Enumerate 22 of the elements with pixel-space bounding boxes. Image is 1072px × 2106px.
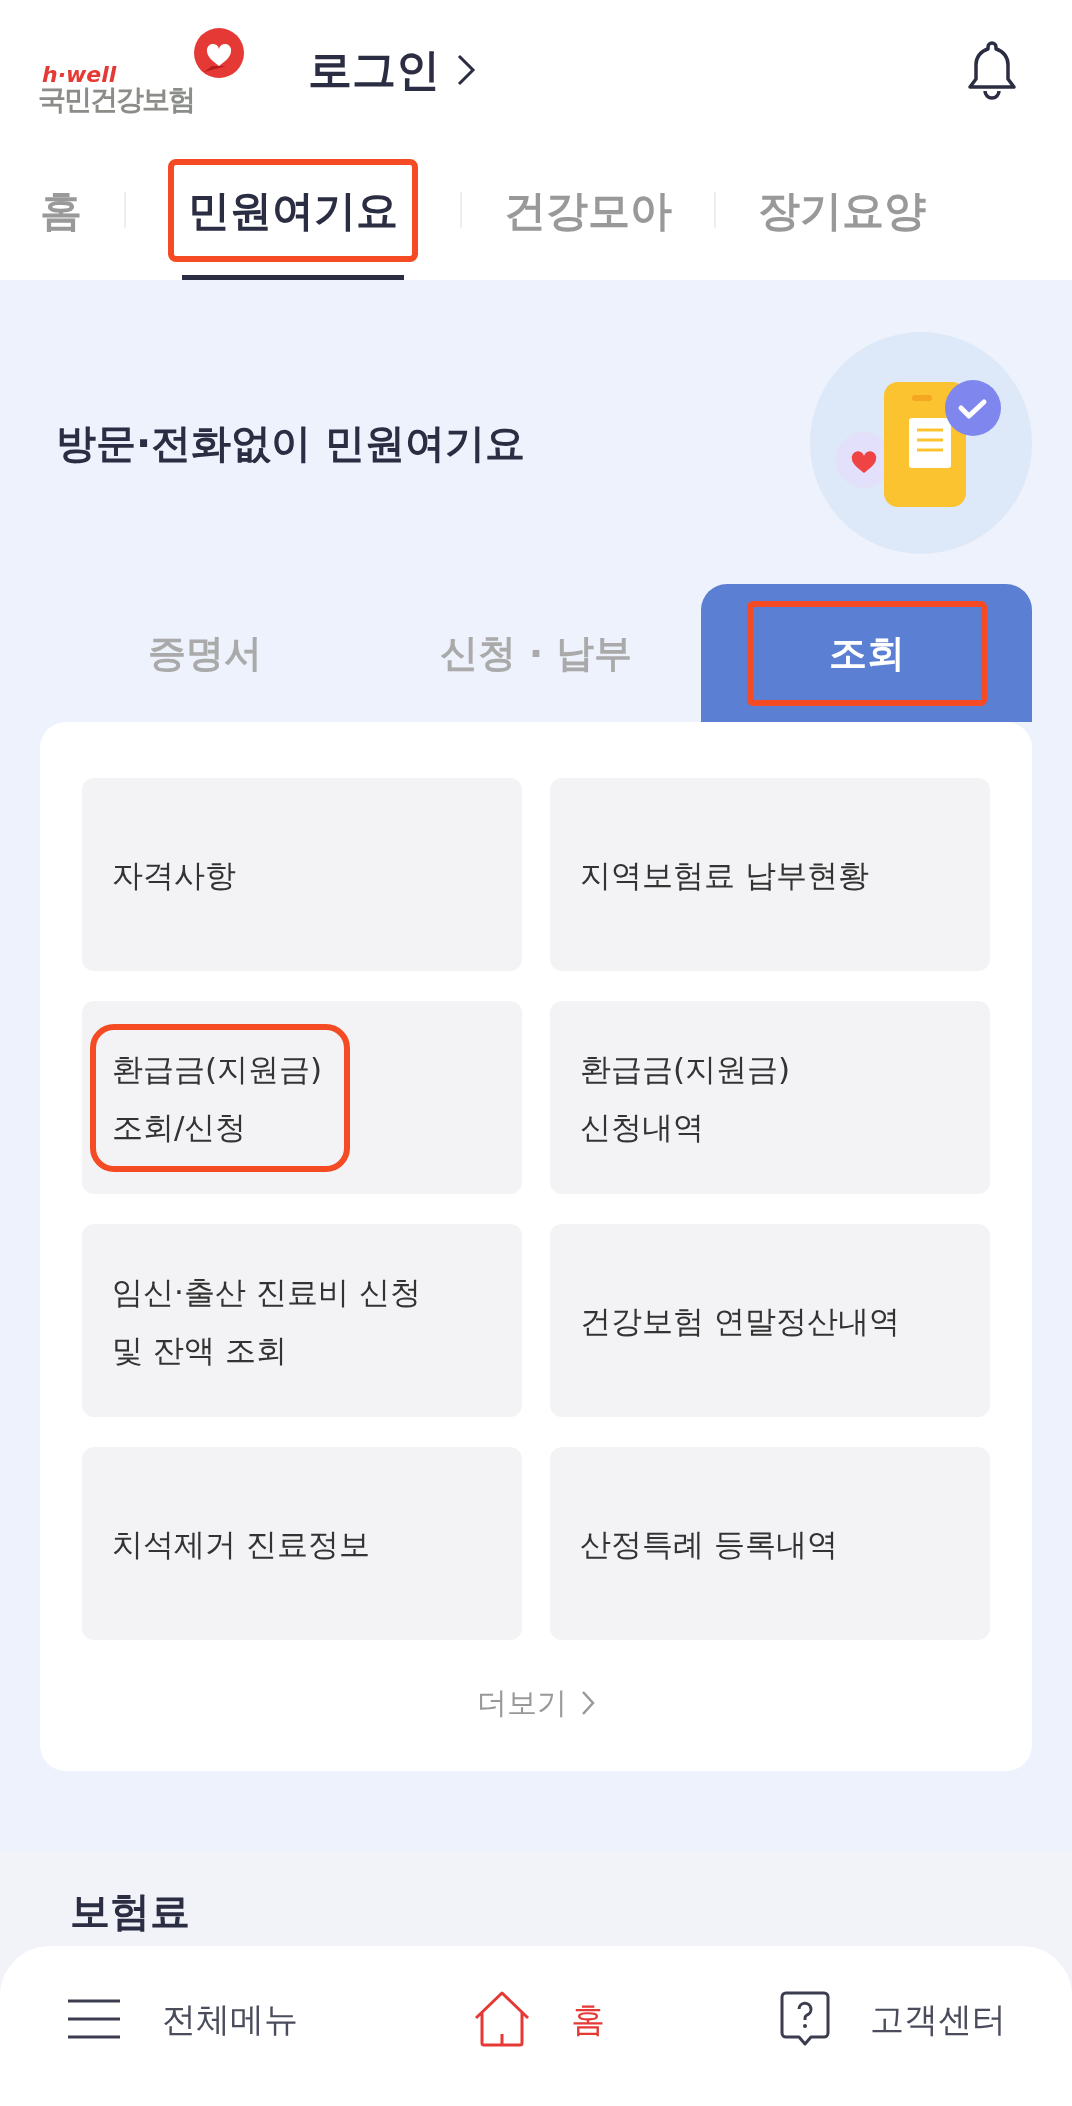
- menu-card[interactable]: 환급금(지원금) 신청내역: [550, 1001, 990, 1194]
- logo-name: 국민건강보험: [38, 86, 194, 114]
- bottom-nav-item[interactable]: 홈: [473, 1990, 605, 2048]
- bottom-nav-item[interactable]: 고객센터: [780, 1991, 1006, 2047]
- logo-tagline: h·well: [42, 64, 118, 86]
- chevron-right-icon: [581, 1689, 595, 1716]
- hero-title: 방문·전화없이 민원여기요: [56, 419, 526, 468]
- menu-card[interactable]: 임신·출산 진료비 신청 및 잔액 조회: [82, 1224, 522, 1417]
- menu-card[interactable]: 산정특례 등록내역: [550, 1447, 990, 1640]
- menu-card[interactable]: 치석제거 진료정보: [82, 1447, 522, 1640]
- chevron-right-icon: [456, 53, 476, 87]
- help-icon: [780, 1991, 830, 2047]
- section-title: 보험료: [70, 1888, 190, 1934]
- menu-card[interactable]: 지역보험료 납부현황: [550, 778, 990, 971]
- menu-card[interactable]: 자격사항: [82, 778, 522, 971]
- bottom-nav-item[interactable]: 전체메뉴: [66, 1993, 298, 2045]
- menu-card[interactable]: 환급금(지원금) 조회/신청: [82, 1001, 522, 1194]
- menu-icon: [66, 1997, 122, 2041]
- login-link[interactable]: 로그인: [308, 37, 476, 103]
- category-tab[interactable]: 조회: [701, 584, 1032, 722]
- menu-card[interactable]: 건강보험 연말정산내역: [550, 1224, 990, 1417]
- home-icon: [473, 1990, 531, 2048]
